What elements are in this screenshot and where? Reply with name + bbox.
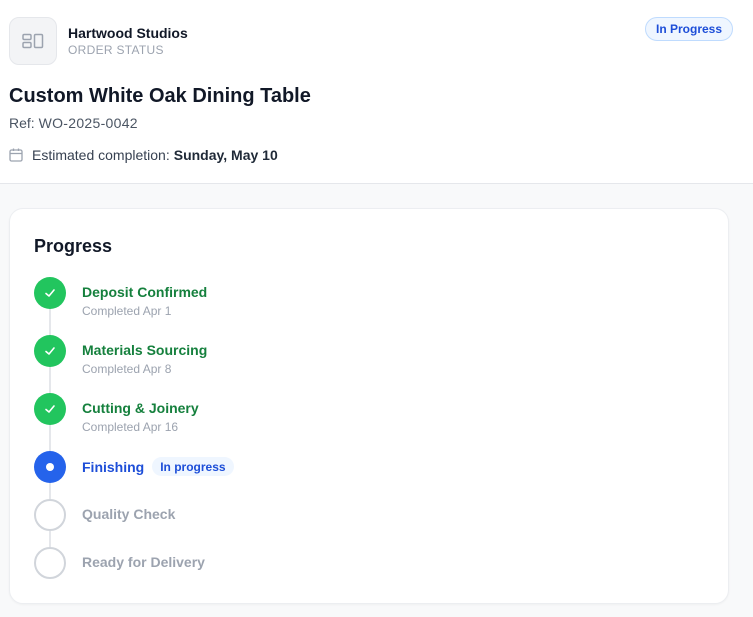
step-quality-check: Quality Check [34, 499, 175, 531]
step-text: Finishing In progress [82, 451, 234, 476]
step-ready-for-delivery: Ready for Delivery [34, 547, 205, 579]
eta-date: Sunday, May 10 [173, 147, 278, 163]
check-icon [45, 289, 55, 297]
step-materials-sourcing: Materials Sourcing Completed Apr 8 [34, 335, 207, 377]
step-label: Cutting & Joinery [82, 400, 199, 416]
ref-value: WO-2025-0042 [38, 115, 138, 131]
step-finishing: Finishing In progress [34, 451, 234, 483]
step-status-dot [34, 499, 66, 531]
order-header: Hartwood Studios ORDER STATUS In Progres… [0, 0, 753, 184]
step-text: Deposit Confirmed Completed Apr 1 [82, 277, 207, 319]
step-text: Ready for Delivery [82, 547, 205, 571]
brand-row: Hartwood Studios ORDER STATUS [9, 17, 744, 65]
step-deposit-confirmed: Deposit Confirmed Completed Apr 1 [34, 277, 207, 319]
step-status-dot [34, 277, 66, 309]
ref-label: Ref: [9, 115, 39, 131]
progress-card: Progress Deposit Confirmed Completed Apr… [9, 208, 729, 604]
step-status-dot [34, 547, 66, 579]
step-label-row: Finishing In progress [82, 451, 234, 476]
progress-title: Progress [34, 236, 113, 256]
step-date: Completed Apr 16 [82, 420, 179, 434]
step-label: Finishing [82, 458, 145, 475]
order-reference: Ref: WO-2025-0042 [9, 114, 744, 132]
step-status-dot [34, 451, 66, 483]
calendar-icon [9, 148, 23, 162]
step-status-dot [34, 393, 66, 425]
gallery-layout-icon [22, 33, 44, 49]
status-badge: In Progress [645, 17, 734, 41]
step-date: Completed Apr 1 [82, 304, 172, 318]
check-icon [45, 347, 55, 355]
progress-timeline: Deposit Confirmed Completed Apr 1 Materi… [34, 277, 694, 597]
eta-label: Estimated completion: [32, 147, 170, 163]
estimated-completion: Estimated completion: Sunday, May 10 [9, 146, 744, 164]
step-text: Cutting & Joinery Completed Apr 16 [82, 393, 199, 435]
step-label: Quality Check [82, 506, 176, 522]
step-label: Ready for Delivery [82, 554, 205, 570]
dot-icon [46, 463, 54, 471]
step-date: Completed Apr 8 [82, 362, 172, 376]
step-cutting-joinery: Cutting & Joinery Completed Apr 16 [34, 393, 199, 435]
step-label: Materials Sourcing [82, 342, 208, 358]
page-title: Custom White Oak Dining Table [9, 85, 311, 107]
brand-name: Hartwood Studios [68, 25, 188, 41]
step-text: Materials Sourcing Completed Apr 8 [82, 335, 207, 377]
in-progress-badge: In progress [152, 457, 234, 476]
brand-text: Hartwood Studios ORDER STATUS [68, 24, 188, 58]
step-text: Quality Check [82, 499, 175, 523]
brand-subtitle: ORDER STATUS [68, 43, 164, 57]
logo-icon [9, 17, 57, 65]
step-status-dot [34, 335, 66, 367]
step-label: Deposit Confirmed [82, 284, 208, 300]
check-icon [45, 405, 55, 413]
